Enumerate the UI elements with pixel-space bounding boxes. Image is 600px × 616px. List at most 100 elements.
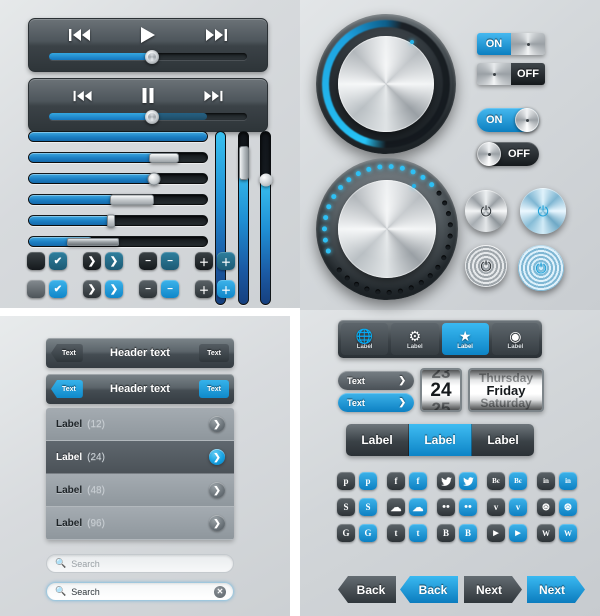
switch-handle[interactable] <box>477 63 511 85</box>
search-field-filled[interactable]: 🔍 Search ✕ <box>46 582 234 601</box>
plus-button[interactable]: ＋ <box>217 252 235 270</box>
pinterest-icon[interactable]: p <box>359 472 377 490</box>
linkedin-icon[interactable]: in <box>559 472 577 490</box>
icloud-icon[interactable]: ☁ <box>409 498 427 516</box>
power-button-ringed[interactable]: ⏻ <box>465 245 507 287</box>
segment-3[interactable]: Label <box>472 424 534 456</box>
back-button-dark[interactable]: Back <box>338 576 396 603</box>
plus-button[interactable]: ＋ <box>217 280 235 298</box>
chevron-right-icon[interactable]: ❯ <box>209 449 225 465</box>
slider-horizontal-1[interactable] <box>28 131 208 142</box>
segment-2[interactable]: Label <box>409 424 472 456</box>
blogger-icon[interactable]: B <box>437 524 455 542</box>
slider-vertical-2[interactable] <box>238 131 249 305</box>
knob-face[interactable] <box>338 36 434 132</box>
player-progress-thumb[interactable] <box>144 109 159 124</box>
rect-switch-on[interactable]: ON <box>477 33 545 55</box>
segment-1[interactable]: Label <box>346 424 409 456</box>
player-progress-track[interactable] <box>49 49 247 64</box>
player-progress-track[interactable] <box>49 109 247 124</box>
slider-horizontal-5[interactable] <box>28 214 208 227</box>
tab-settings[interactable]: ⚙ Label <box>391 323 439 355</box>
nav-back-button[interactable]: Text <box>51 380 83 398</box>
play-icon[interactable] <box>139 26 157 49</box>
facebook-icon[interactable]: f <box>387 472 405 490</box>
list-item[interactable]: Label (12) ❯ <box>46 408 234 441</box>
chevron-right-icon[interactable]: ❯ <box>209 416 225 432</box>
check-button[interactable]: ✔ <box>49 252 67 270</box>
slider-vertical-3[interactable] <box>259 131 272 305</box>
slider-thumb[interactable] <box>67 237 120 246</box>
next-button-dark[interactable]: Next <box>464 576 522 603</box>
pause-icon[interactable] <box>141 87 155 108</box>
list-item[interactable]: Label (24) ❯ <box>46 441 234 474</box>
blogger-icon[interactable]: B <box>459 524 477 542</box>
icloud-icon[interactable]: ☁ <box>387 498 405 516</box>
skip-forward-icon[interactable] <box>203 89 223 107</box>
nav-action-button[interactable]: Text <box>199 380 229 398</box>
pill-switch-on[interactable]: ON <box>477 108 539 132</box>
blank-button[interactable] <box>27 280 45 298</box>
power-button-blue[interactable]: ⏻ <box>520 188 566 234</box>
pinterest-icon[interactable]: p <box>337 472 355 490</box>
media-player-play[interactable] <box>28 18 268 72</box>
twitter-icon[interactable] <box>437 472 455 490</box>
chevron-button[interactable]: ❯ <box>105 252 123 270</box>
slider-thumb[interactable] <box>238 145 249 180</box>
tumblr-icon[interactable]: t <box>387 524 405 542</box>
slider-thumb[interactable] <box>149 152 180 163</box>
flickr-icon[interactable]: •• <box>437 498 455 516</box>
plus-button[interactable]: ＋ <box>195 280 213 298</box>
slider-horizontal-3[interactable] <box>28 172 208 185</box>
blank-button[interactable] <box>27 252 45 270</box>
list-item[interactable]: Label (96) ❯ <box>46 507 234 540</box>
youtube-icon[interactable]: ▶ <box>487 524 505 542</box>
media-player-pause[interactable] <box>28 78 268 132</box>
switch-handle[interactable] <box>477 142 501 166</box>
arc-volume-knob[interactable] <box>316 14 456 154</box>
dribbble-icon[interactable]: ⊛ <box>537 498 555 516</box>
skip-backward-icon[interactable] <box>69 28 91 47</box>
tab-favorites[interactable]: ★ Label <box>441 323 489 355</box>
youtube-icon[interactable]: ▶ <box>509 524 527 542</box>
slider-horizontal-6[interactable] <box>28 236 208 247</box>
skip-forward-icon[interactable] <box>205 28 227 47</box>
dribbble-icon[interactable]: ⊛ <box>559 498 577 516</box>
power-button-ringed-blue[interactable]: ⏻ <box>518 245 564 291</box>
chevron-button[interactable]: ❯ <box>83 252 101 270</box>
slider-thumb[interactable] <box>259 173 272 187</box>
chevron-right-icon[interactable]: ❯ <box>209 482 225 498</box>
google-icon[interactable]: G <box>359 524 377 542</box>
skip-backward-icon[interactable] <box>73 89 93 107</box>
switch-handle[interactable] <box>511 33 545 55</box>
list-item[interactable]: Label (48) ❯ <box>46 474 234 507</box>
minus-button[interactable]: − <box>161 280 179 298</box>
back-button-blue[interactable]: Back <box>400 576 458 603</box>
chevron-button[interactable]: ❯ <box>105 280 123 298</box>
slider-thumb[interactable] <box>106 214 115 227</box>
next-button-blue[interactable]: Next <box>527 576 585 603</box>
player-progress-thumb[interactable] <box>144 49 159 64</box>
rect-switch-off[interactable]: OFF <box>477 63 545 85</box>
day-number-picker[interactable]: 23 24 25 <box>420 368 462 412</box>
nav-back-button[interactable]: Text <box>51 344 83 362</box>
search-field-empty[interactable]: 🔍 Search <box>46 554 234 573</box>
power-button-silver[interactable]: ⏻ <box>465 190 507 232</box>
slider-thumb[interactable] <box>147 172 161 185</box>
slider-horizontal-4[interactable] <box>28 194 208 205</box>
google-icon[interactable]: G <box>337 524 355 542</box>
wordpress-icon[interactable]: W <box>537 524 555 542</box>
wordpress-icon[interactable]: W <box>559 524 577 542</box>
text-pill-dark[interactable]: Text ❯ <box>338 371 414 390</box>
switch-handle[interactable] <box>515 108 539 132</box>
behance-icon[interactable]: Bє <box>509 472 527 490</box>
slider-vertical-1[interactable] <box>215 131 226 305</box>
tab-globe[interactable]: 🌐 Label <box>341 323 389 355</box>
vimeo-icon[interactable]: v <box>509 498 527 516</box>
pill-switch-off[interactable]: OFF <box>477 142 539 166</box>
slider-horizontal-2[interactable] <box>28 152 208 163</box>
minus-button[interactable]: − <box>139 252 157 270</box>
weekday-picker[interactable]: Thursday Friday Saturday <box>468 368 544 412</box>
linkedin-icon[interactable]: in <box>537 472 555 490</box>
flickr-icon[interactable]: •• <box>459 498 477 516</box>
